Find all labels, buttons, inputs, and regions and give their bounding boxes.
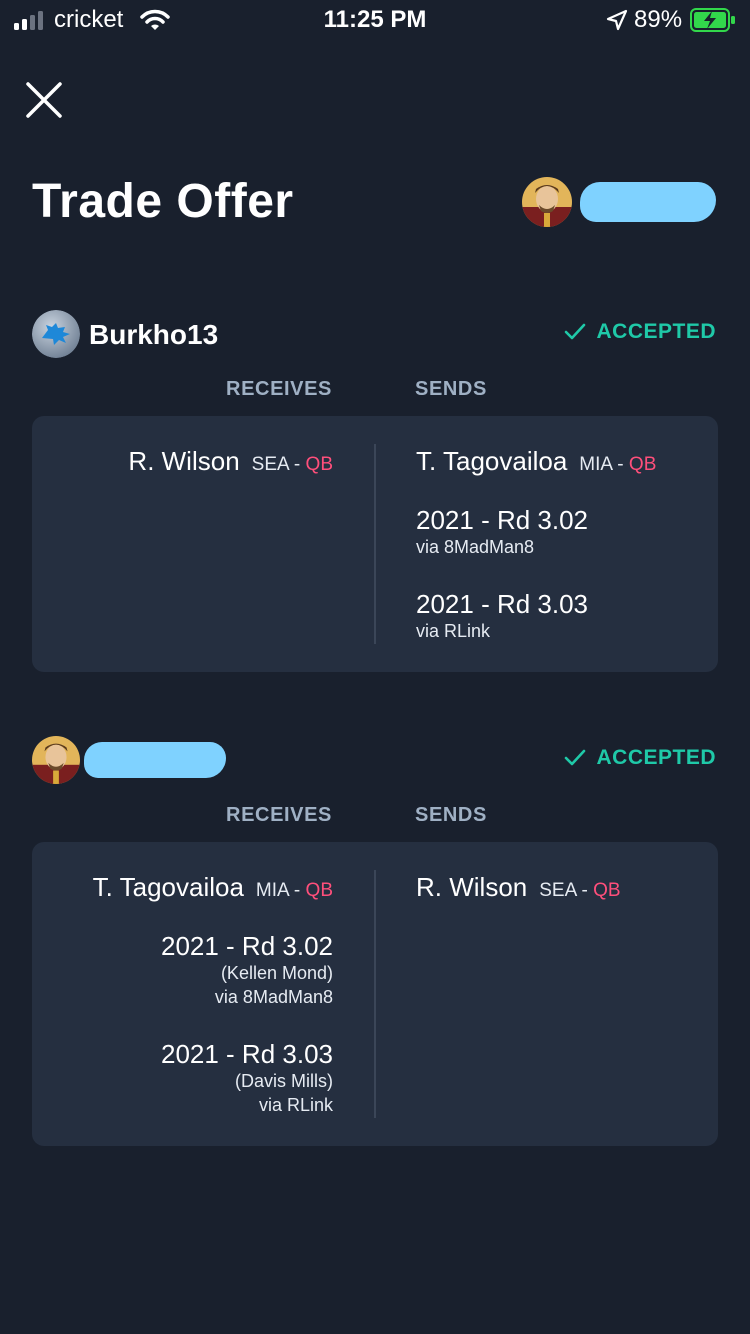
status-bar: cricket 11:25 PM 89% bbox=[0, 0, 750, 44]
team-logo-avatar[interactable] bbox=[32, 310, 80, 358]
pick-via: via RLink bbox=[258, 1095, 333, 1115]
pick-via: via 8MadMan8 bbox=[416, 537, 535, 557]
column-divider bbox=[374, 870, 376, 1118]
draft-pick-item[interactable]: 2021 - Rd 3.02 via 8MadMan8 bbox=[416, 505, 656, 559]
column-headers: RECEIVES SENDS bbox=[0, 786, 750, 842]
pick-title: 2021 - Rd 3.03 bbox=[416, 589, 589, 619]
player-position: QB bbox=[305, 880, 333, 901]
trade-party-1: Burkho13 ACCEPTED RECEIVES SENDS R. Wils… bbox=[0, 310, 750, 672]
column-headers: RECEIVES SENDS bbox=[0, 360, 750, 416]
user-avatar[interactable] bbox=[522, 177, 572, 227]
page-title: Trade Offer bbox=[32, 175, 294, 228]
pick-title: 2021 - Rd 3.02 bbox=[416, 505, 589, 535]
player-position: QB bbox=[593, 880, 621, 901]
team-position-separator: - bbox=[288, 880, 306, 901]
player-position: QB bbox=[305, 454, 333, 475]
location-arrow-icon bbox=[606, 9, 628, 31]
accepted-status: ACCEPTED bbox=[564, 746, 716, 770]
pick-via: via RLink bbox=[416, 621, 491, 641]
party-header: Burkho13 ACCEPTED bbox=[0, 310, 750, 360]
player-item[interactable]: T. Tagovailoa MIA - QB bbox=[93, 872, 333, 903]
pick-player: (Davis Mills) bbox=[235, 1071, 333, 1091]
team-position-separator: - bbox=[576, 880, 594, 901]
sends-column: T. Tagovailoa MIA - QB 2021 - Rd 3.02 via… bbox=[416, 416, 656, 643]
receives-column: T. Tagovailoa MIA - QB 2021 - Rd 3.02 (Ke… bbox=[93, 842, 333, 1117]
player-team: MIA bbox=[255, 880, 289, 901]
sends-column: R. Wilson SEA - QB bbox=[416, 842, 621, 903]
pick-title: 2021 - Rd 3.02 bbox=[160, 931, 333, 961]
player-name: R. Wilson bbox=[416, 872, 528, 902]
player-name: T. Tagovailoa bbox=[416, 446, 568, 476]
pick-title: 2021 - Rd 3.03 bbox=[160, 1039, 333, 1069]
checkmark-icon bbox=[565, 323, 586, 340]
status-label: ACCEPTED bbox=[596, 320, 716, 343]
close-icon[interactable] bbox=[22, 78, 66, 122]
status-label: ACCEPTED bbox=[596, 746, 716, 769]
checkmark-icon bbox=[565, 749, 586, 766]
trade-card: R. Wilson SEA - QB T. Tagovailoa MIA - QB … bbox=[32, 416, 718, 672]
redacted-username bbox=[580, 182, 716, 222]
receives-header: RECEIVES bbox=[226, 804, 332, 826]
sends-header: SENDS bbox=[415, 804, 487, 826]
team-position-separator: - bbox=[288, 454, 306, 475]
draft-pick-item[interactable]: 2021 - Rd 3.03 via RLink bbox=[416, 589, 656, 643]
draft-pick-item[interactable]: 2021 - Rd 3.03 (Davis Mills) via RLink bbox=[93, 1039, 333, 1117]
battery-charging-icon bbox=[690, 8, 735, 32]
player-name: T. Tagovailoa bbox=[92, 872, 244, 902]
player-position: QB bbox=[628, 454, 657, 475]
pick-via: via 8MadMan8 bbox=[214, 987, 333, 1007]
player-item[interactable]: T. Tagovailoa MIA - QB bbox=[416, 446, 656, 477]
player-item[interactable]: R. Wilson SEA - QB bbox=[128, 446, 333, 477]
draft-pick-item[interactable]: 2021 - Rd 3.02 (Kellen Mond) via 8MadMan… bbox=[93, 931, 333, 1009]
player-team: SEA bbox=[539, 880, 577, 901]
receives-header: RECEIVES bbox=[226, 378, 332, 400]
trade-card: T. Tagovailoa MIA - QB 2021 - Rd 3.02 (Ke… bbox=[32, 842, 718, 1146]
user-avatar[interactable] bbox=[32, 736, 80, 784]
accepted-status: ACCEPTED bbox=[564, 320, 716, 344]
pick-player: (Kellen Mond) bbox=[220, 963, 333, 983]
player-name: R. Wilson bbox=[128, 446, 240, 476]
column-divider bbox=[374, 444, 376, 644]
party-header: ACCEPTED bbox=[0, 736, 750, 786]
party-username[interactable]: Burkho13 bbox=[89, 319, 218, 351]
sends-header: SENDS bbox=[415, 378, 487, 400]
trade-party-2: ACCEPTED RECEIVES SENDS T. Tagovailoa MIA… bbox=[0, 736, 750, 1146]
player-team: MIA bbox=[579, 454, 613, 475]
player-item[interactable]: R. Wilson SEA - QB bbox=[416, 872, 621, 903]
battery-percent: 89% bbox=[634, 6, 683, 33]
receives-column: R. Wilson SEA - QB bbox=[128, 416, 333, 477]
player-team: SEA bbox=[251, 454, 289, 475]
redacted-username bbox=[84, 742, 226, 778]
team-position-separator: - bbox=[612, 454, 629, 475]
